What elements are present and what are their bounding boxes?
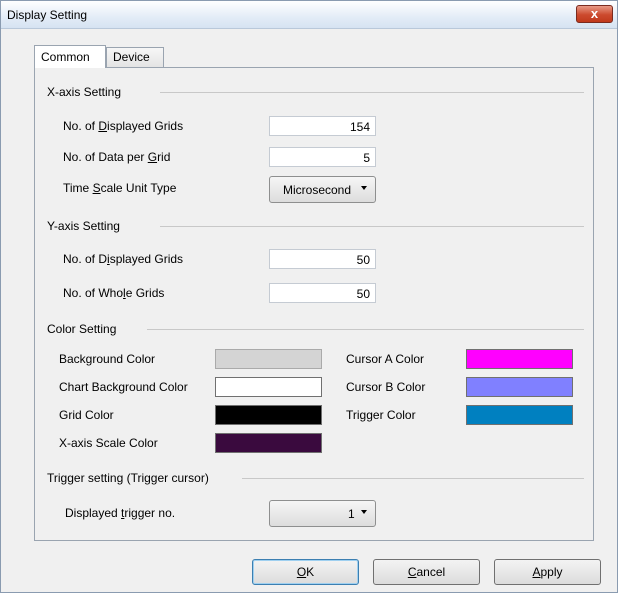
tab-common[interactable]: Common <box>34 45 106 68</box>
y-axis-section-title: Y-axis Setting <box>47 219 120 233</box>
section-divider <box>242 478 584 479</box>
cursor-a-color-label: Cursor A Color <box>346 352 425 366</box>
grid-color-swatch[interactable] <box>215 405 322 425</box>
cursor-b-color-swatch[interactable] <box>466 377 573 397</box>
grid-color-label: Grid Color <box>59 408 114 422</box>
time-scale-unit-dropdown[interactable]: Microsecond <box>269 176 376 203</box>
x-axis-section-title: X-axis Setting <box>47 85 122 99</box>
ok-button[interactable]: OK <box>252 559 359 585</box>
time-scale-unit-value: Microsecond <box>283 183 352 197</box>
apply-button[interactable]: Apply <box>494 559 601 585</box>
background-color-label: Background Color <box>59 352 156 366</box>
x-data-per-grid-input[interactable]: 5 <box>269 147 376 167</box>
section-divider <box>147 329 584 330</box>
y-whole-grids-label: No. of Whole Grids <box>63 286 165 300</box>
chart-background-color-label: Chart Background Color <box>59 380 188 394</box>
close-icon: x <box>590 6 599 21</box>
close-button[interactable]: x <box>576 5 613 23</box>
y-displayed-grids-label: No. of Displayed Grids <box>63 252 184 266</box>
display-setting-dialog: Display Setting x Common Device X-axis S… <box>0 0 618 593</box>
trigger-color-swatch[interactable] <box>466 405 573 425</box>
chevron-down-icon <box>361 186 367 190</box>
displayed-trigger-label: Displayed trigger no. <box>65 506 176 520</box>
y-displayed-grids-input[interactable]: 50 <box>269 249 376 269</box>
window-title: Display Setting <box>7 8 88 22</box>
cursor-b-color-label: Cursor B Color <box>346 380 426 394</box>
background-color-swatch[interactable] <box>215 349 322 369</box>
title-bar[interactable]: Display Setting x <box>1 1 617 29</box>
displayed-trigger-value: 1 <box>348 507 355 521</box>
common-tab-panel: X-axis Setting No. of Displayed Grids 15… <box>34 67 594 541</box>
chevron-down-icon <box>361 510 367 514</box>
x-axis-scale-color-label: X-axis Scale Color <box>59 436 158 450</box>
section-divider <box>160 226 584 227</box>
x-displayed-grids-label: No. of Displayed Grids <box>63 119 184 133</box>
x-axis-scale-color-swatch[interactable] <box>215 433 322 453</box>
cursor-a-color-swatch[interactable] <box>466 349 573 369</box>
color-section-title: Color Setting <box>47 322 117 336</box>
section-divider <box>160 92 584 93</box>
trigger-color-label: Trigger Color <box>346 408 416 422</box>
time-scale-unit-label: Time Scale Unit Type <box>63 181 177 195</box>
tab-device[interactable]: Device <box>106 47 164 67</box>
x-displayed-grids-input[interactable]: 154 <box>269 116 376 136</box>
trigger-section-title: Trigger setting (Trigger cursor) <box>47 471 209 485</box>
chart-background-color-swatch[interactable] <box>215 377 322 397</box>
displayed-trigger-dropdown[interactable]: 1 <box>269 500 376 527</box>
x-data-per-grid-label: No. of Data per Grid <box>63 150 171 164</box>
y-whole-grids-input[interactable]: 50 <box>269 283 376 303</box>
cancel-button[interactable]: Cancel <box>373 559 480 585</box>
